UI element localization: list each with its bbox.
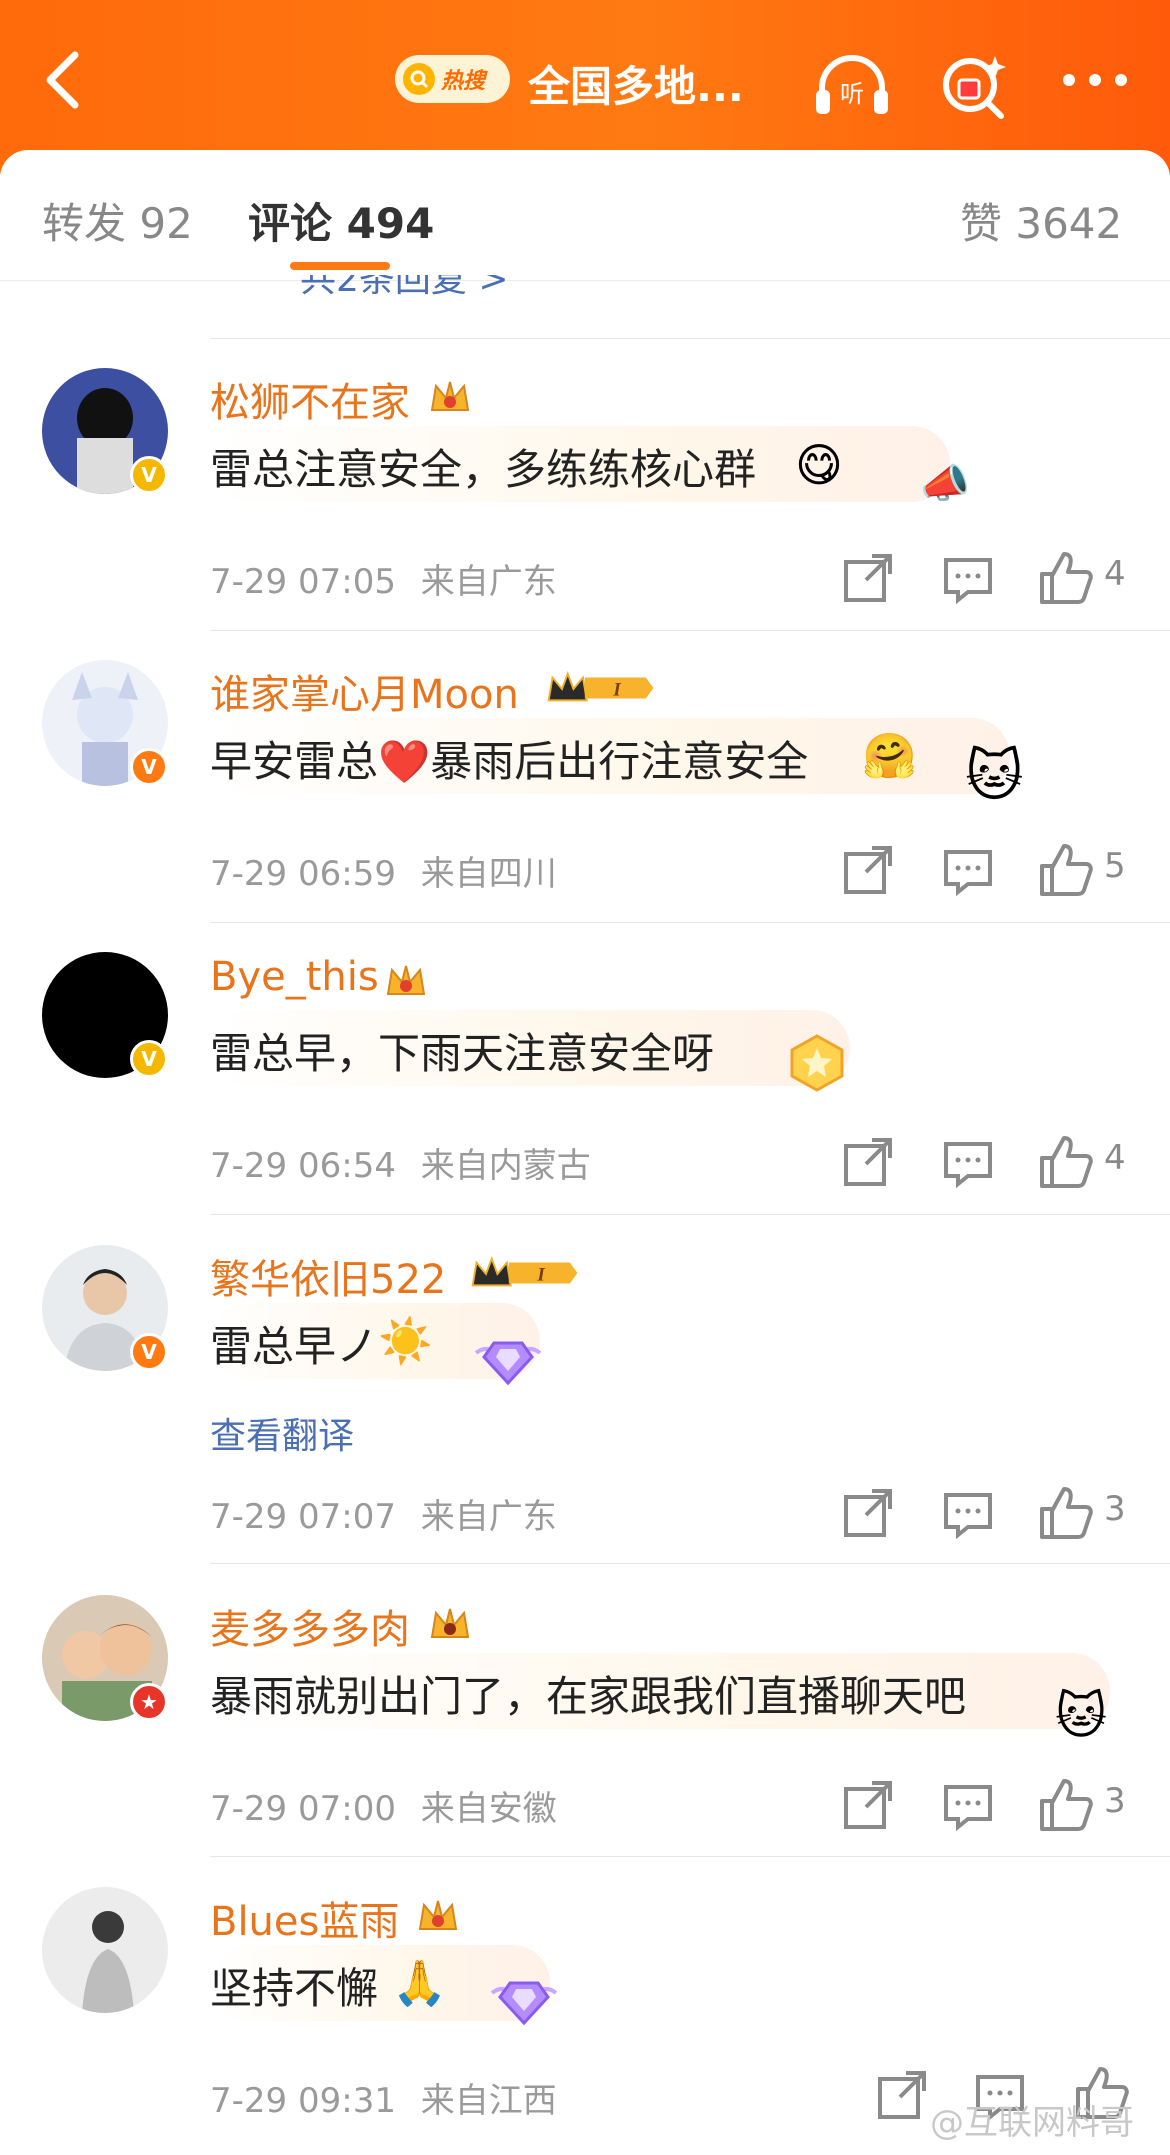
comment-location: 来自江西 bbox=[420, 2081, 557, 2121]
divider bbox=[210, 1214, 1170, 1215]
reply-icon[interactable] bbox=[938, 550, 998, 610]
verified-badge: ★ bbox=[130, 1683, 168, 1721]
divider bbox=[210, 922, 1170, 923]
search-icon bbox=[403, 63, 435, 95]
comment-text: 早安雷总❤️暴雨后出行注意安全 bbox=[210, 737, 809, 786]
like-icon[interactable] bbox=[1036, 548, 1096, 608]
comment-time: 7-29 06:59 bbox=[210, 854, 396, 894]
username[interactable]: 繁华依旧522 bbox=[210, 1247, 446, 1305]
like-count: 4 bbox=[1104, 554, 1126, 594]
like-count: 3 bbox=[1104, 1781, 1126, 1821]
comment-time: 7-29 07:05 bbox=[210, 562, 396, 602]
tab-bar: 转发 92 评论 494 赞 3642 bbox=[0, 150, 1170, 281]
username[interactable]: 松狮不在家 bbox=[210, 370, 410, 428]
comment-meta: 7-29 07:07 来自广东 bbox=[210, 1489, 557, 1538]
translate-link[interactable]: 查看翻译 bbox=[210, 1407, 354, 1459]
sun-emoji-icon: ☀️ bbox=[378, 1316, 433, 1367]
watermark: @互联网料哥 bbox=[930, 2103, 1134, 2143]
share-icon[interactable] bbox=[838, 1777, 898, 1837]
comment-text: 雷总早，下雨天注意安全呀 bbox=[210, 1029, 715, 1078]
comment-text: 雷总早ノ bbox=[210, 1322, 379, 1371]
divider bbox=[210, 630, 1170, 631]
comment-text: 坚持不懈 bbox=[210, 1964, 379, 2013]
comment-location: 来自广东 bbox=[420, 562, 557, 602]
comment-meta: 7-29 07:05 来自广东 bbox=[210, 554, 557, 603]
share-icon[interactable] bbox=[838, 842, 898, 902]
crown-icon bbox=[418, 1900, 458, 1930]
top-bar: 热搜 全国多地... 听 bbox=[0, 0, 1170, 175]
cat-sticker-icon: 🐱 bbox=[1055, 1687, 1108, 1745]
reply-icon[interactable] bbox=[938, 1134, 998, 1194]
reply-icon[interactable] bbox=[938, 1485, 998, 1545]
hot-search-tag[interactable]: 热搜 bbox=[395, 55, 510, 103]
avatar[interactable] bbox=[42, 1887, 168, 2013]
reply-icon[interactable] bbox=[938, 1777, 998, 1837]
verified-badge: V bbox=[130, 1333, 168, 1371]
username[interactable]: Bye_this bbox=[210, 954, 379, 1000]
comment-time: 7-29 07:00 bbox=[210, 1789, 396, 1829]
comment-location: 来自四川 bbox=[420, 854, 557, 894]
vip-crown-icon: I bbox=[471, 1256, 578, 1287]
like-icon[interactable] bbox=[1036, 840, 1096, 900]
svg-text:I: I bbox=[536, 1265, 545, 1286]
comment-time: 7-29 06:54 bbox=[210, 1146, 396, 1186]
like-icon[interactable] bbox=[1036, 1775, 1096, 1835]
like-count: 4 bbox=[1104, 1138, 1126, 1178]
comment-time: 7-29 09:31 bbox=[210, 2081, 396, 2121]
verified-badge: V bbox=[130, 748, 168, 786]
share-icon[interactable] bbox=[872, 2067, 932, 2127]
comment-text: 雷总注意安全，多练练核心群 bbox=[210, 445, 757, 494]
like-icon[interactable] bbox=[1036, 1132, 1096, 1192]
comment-location: 来自广东 bbox=[420, 1497, 557, 1537]
comment-time: 7-29 07:07 bbox=[210, 1497, 396, 1537]
share-icon[interactable] bbox=[838, 550, 898, 610]
gem-sticker-icon bbox=[490, 1981, 558, 2026]
crown-icon bbox=[430, 381, 470, 411]
tab-comments[interactable]: 评论 494 bbox=[248, 190, 434, 251]
reply-icon[interactable] bbox=[938, 842, 998, 902]
back-icon[interactable] bbox=[30, 40, 100, 120]
more-icon[interactable] bbox=[1055, 50, 1135, 120]
comment-meta: 7-29 07:00 来自安徽 bbox=[210, 1781, 557, 1830]
gem-sticker-icon bbox=[474, 1341, 542, 1386]
comment-location: 来自内蒙古 bbox=[420, 1146, 591, 1186]
comment-meta: 7-29 09:31 来自江西 bbox=[210, 2073, 557, 2122]
svg-text:I: I bbox=[612, 680, 621, 701]
share-icon[interactable] bbox=[838, 1485, 898, 1545]
cat-sticker-icon: 🐱 bbox=[965, 744, 1024, 809]
divider bbox=[210, 1856, 1170, 1857]
comment-meta: 7-29 06:54 来自内蒙古 bbox=[210, 1138, 591, 1187]
view-replies-link[interactable]: 共2条回复 > bbox=[300, 275, 509, 305]
hot-search-label: 热搜 bbox=[441, 68, 486, 93]
search-video-icon[interactable] bbox=[935, 50, 1015, 120]
share-icon[interactable] bbox=[838, 1134, 898, 1194]
username[interactable]: 谁家掌心月Moon bbox=[210, 662, 519, 720]
like-icon[interactable] bbox=[1036, 1483, 1096, 1543]
divider bbox=[210, 1563, 1170, 1564]
tab-likes[interactable]: 赞 3642 bbox=[960, 190, 1122, 251]
badge-sticker-icon bbox=[790, 1034, 844, 1092]
like-count: 3 bbox=[1104, 1489, 1126, 1529]
verified-badge: V bbox=[130, 456, 168, 494]
clap-emoji-icon: 🙏 bbox=[392, 1958, 447, 2009]
crown-icon bbox=[386, 965, 426, 995]
emoji-smile-icon: 😋 bbox=[795, 438, 843, 492]
username[interactable]: Blues蓝雨 bbox=[210, 1889, 399, 1947]
sticker-icon: 📣 bbox=[920, 461, 970, 507]
comment-location: 来自安徽 bbox=[420, 1789, 557, 1829]
username[interactable]: 麦多多多肉 bbox=[210, 1597, 410, 1655]
comment-meta: 7-29 06:59 来自四川 bbox=[210, 846, 557, 895]
divider bbox=[210, 338, 1170, 339]
page-title[interactable]: 全国多地... bbox=[528, 53, 744, 114]
comment-text: 暴雨就别出门了，在家跟我们直播聊天吧 bbox=[210, 1672, 967, 1721]
crown-icon bbox=[430, 1608, 470, 1638]
vip-crown-icon: I bbox=[547, 671, 654, 702]
verified-badge: V bbox=[130, 1040, 168, 1078]
active-tab-indicator bbox=[290, 262, 390, 270]
tab-repost[interactable]: 转发 92 bbox=[42, 190, 193, 251]
svg-text:听: 听 bbox=[840, 80, 864, 108]
emoji-hug-icon: 🤗 bbox=[862, 731, 917, 782]
like-count: 5 bbox=[1104, 846, 1126, 886]
listen-icon[interactable]: 听 bbox=[812, 50, 892, 120]
